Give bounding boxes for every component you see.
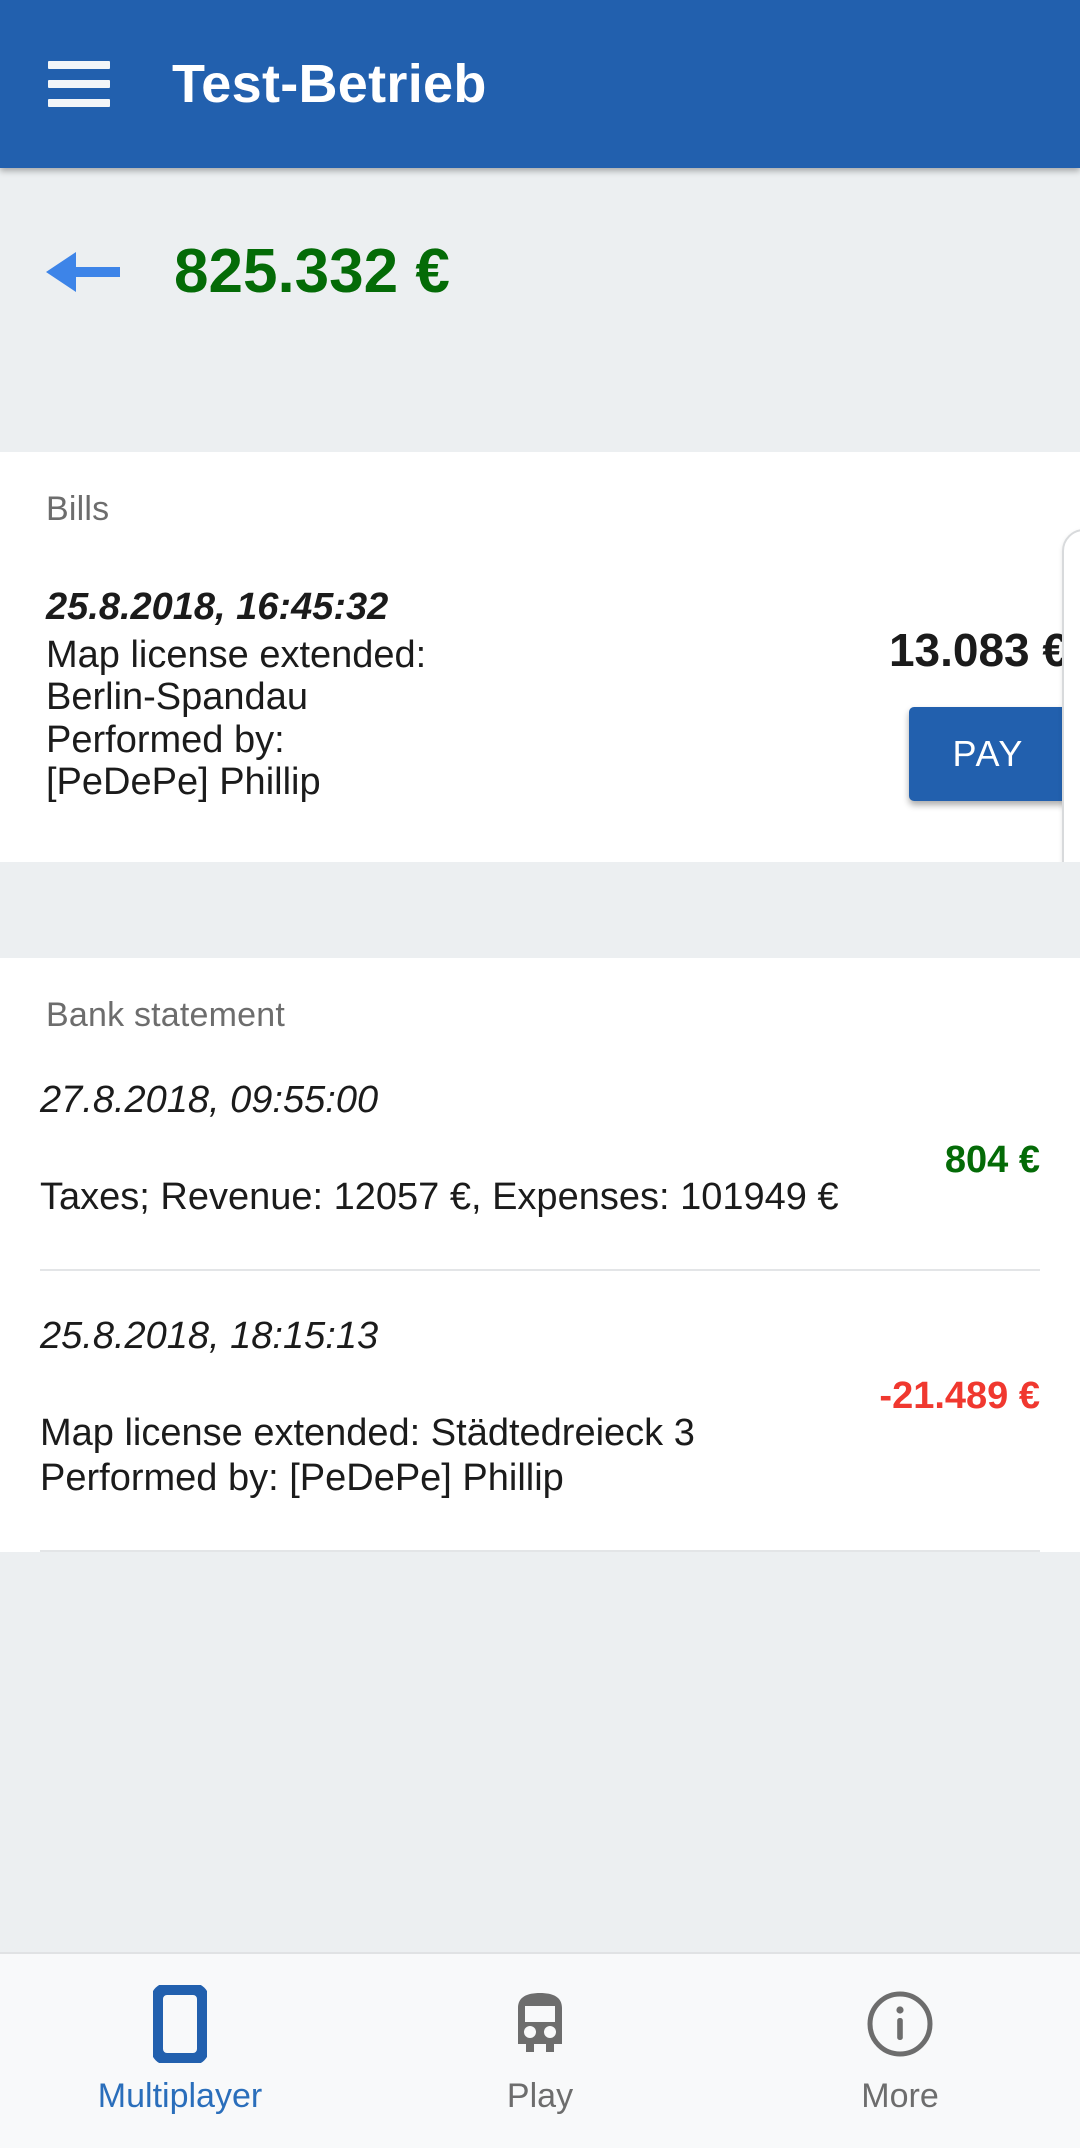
transaction-divider: [40, 1549, 1040, 1552]
transaction-date: 27.8.2018, 09:55:00: [40, 1079, 379, 1121]
hamburger-bar: [48, 61, 110, 69]
content-scroll-area[interactable]: Bills 25.8.2018, 16:45:32 Map license ex…: [0, 374, 1080, 1952]
hamburger-bar: [48, 80, 110, 88]
bill-text-block: 25.8.2018, 16:45:32 Map license extended…: [0, 585, 660, 804]
transaction-description: Map license extended: Städtedreieck 3 Pe…: [40, 1411, 695, 1500]
section-gap: [0, 862, 1080, 958]
bank-statement-section: Bank statement 27.8.2018, 09:55:00 804 €…: [0, 958, 1080, 1552]
transaction-amount: 804 €: [944, 1139, 1040, 1181]
back-arrow-icon[interactable]: [44, 244, 122, 298]
app-bar: Test-Betrieb: [0, 0, 1080, 168]
nav-item-more[interactable]: More: [720, 1954, 1080, 2148]
section-gap: [0, 374, 1080, 452]
transaction-date: 25.8.2018, 18:15:13: [40, 1314, 379, 1357]
smartphone-icon: [153, 1984, 207, 2063]
page-title: Test-Betrieb: [172, 54, 487, 114]
bottom-navigation-bar: Multiplayer Play More: [0, 1952, 1080, 2148]
app-screen: Test-Betrieb 825.332 € Bills 25.8.2018, …: [0, 0, 1080, 2148]
nav-label-more: More: [861, 2076, 939, 2115]
transaction-amount: -21.489 €: [879, 1374, 1040, 1417]
nav-item-multiplayer[interactable]: Multiplayer: [0, 1954, 360, 2148]
nav-label-play: Play: [506, 2076, 574, 2115]
bills-section-label: Bills: [46, 490, 110, 528]
transaction-row[interactable]: 25.8.2018, 18:15:13 -21.489 € Map licens…: [0, 1271, 1080, 1550]
balance-bar: 825.332 €: [0, 168, 1080, 374]
bank-statement-section-label: Bank statement: [46, 996, 286, 1034]
transaction-description: Taxes; Revenue: 12057 €, Expenses: 10194…: [40, 1176, 839, 1218]
bill-description: Map license extended: Berlin-Spandau Per…: [46, 633, 427, 804]
bill-action-block: 13.083 € PAY: [660, 585, 1080, 801]
info-circle-icon: [865, 1987, 935, 2061]
nav-label-multiplayer: Multiplayer: [97, 2076, 263, 2115]
pay-button[interactable]: PAY: [908, 707, 1068, 801]
company-balance: 825.332 €: [174, 236, 450, 306]
bill-card[interactable]: 25.8.2018, 16:45:32 Map license extended…: [0, 529, 1080, 1074]
transaction-header: 27.8.2018, 09:55:00 804 €: [40, 1035, 1040, 1181]
transaction-row[interactable]: 27.8.2018, 09:55:00 804 € Taxes; Revenue…: [0, 1035, 1080, 1269]
transaction-header: 25.8.2018, 18:15:13 -21.489 €: [40, 1271, 1040, 1417]
bills-section: Bills 25.8.2018, 16:45:32 Map license ex…: [0, 452, 1080, 1074]
bill-amount: 13.083 €: [888, 624, 1068, 676]
bus-icon: [510, 1987, 570, 2061]
back-arrow-shaft: [54, 267, 120, 277]
hamburger-bar: [48, 99, 110, 107]
bill-date: 25.8.2018, 16:45:32: [46, 586, 389, 628]
hamburger-menu-icon[interactable]: [48, 61, 110, 107]
nav-item-play[interactable]: Play: [360, 1954, 720, 2148]
